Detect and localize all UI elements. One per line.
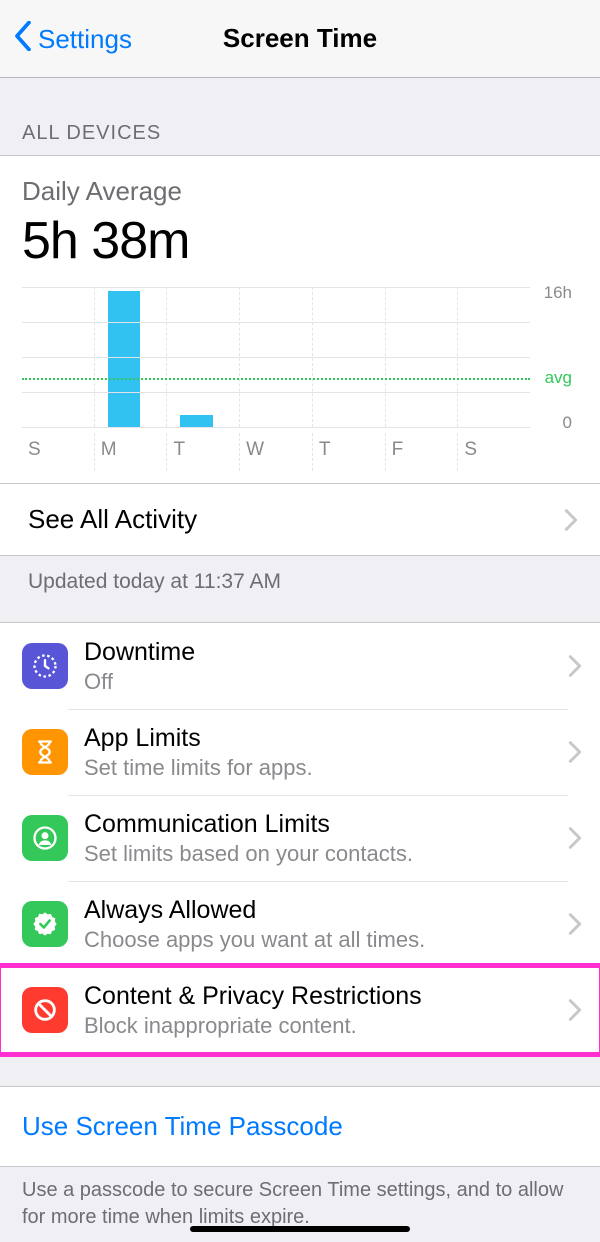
- chevron-right-icon: [568, 826, 582, 850]
- chevron-left-icon: [14, 21, 38, 58]
- row-downtime[interactable]: Downtime Off: [0, 623, 600, 709]
- row-title: App Limits: [84, 724, 568, 753]
- checkmark-seal-icon: [22, 901, 68, 947]
- x-tick: S: [22, 433, 94, 471]
- use-passcode-button[interactable]: Use Screen Time Passcode: [0, 1086, 600, 1167]
- row-communication-limits[interactable]: Communication Limits Set limits based on…: [0, 795, 600, 881]
- chevron-right-icon: [564, 508, 578, 532]
- page-title: Screen Time: [223, 23, 377, 54]
- no-sign-icon: [22, 987, 68, 1033]
- y-axis-avg-label: avg: [545, 368, 572, 388]
- settings-list: Downtime Off App Limits Set time limits …: [0, 623, 600, 1054]
- see-all-label: See All Activity: [28, 504, 197, 535]
- x-tick: W: [239, 433, 312, 471]
- row-content-privacy[interactable]: Content & Privacy Restrictions Block ina…: [0, 967, 600, 1053]
- row-title: Downtime: [84, 638, 568, 667]
- row-sub: Set limits based on your contacts.: [84, 841, 568, 867]
- back-label: Settings: [38, 24, 132, 55]
- hourglass-icon: [22, 729, 68, 775]
- chevron-right-icon: [568, 912, 582, 936]
- updated-timestamp: Updated today at 11:37 AM: [0, 555, 600, 623]
- y-axis-max: 16h: [544, 283, 572, 303]
- x-tick: M: [94, 433, 167, 471]
- usage-chart: 16h avg 0 SMTWTFS: [22, 287, 578, 471]
- back-button[interactable]: Settings: [14, 0, 132, 78]
- person-circle-icon: [22, 815, 68, 861]
- row-sub: Off: [84, 669, 568, 695]
- see-all-activity-button[interactable]: See All Activity: [0, 484, 600, 555]
- chevron-right-icon: [568, 998, 582, 1022]
- home-indicator[interactable]: [190, 1226, 410, 1232]
- downtime-icon: [22, 643, 68, 689]
- y-axis-zero: 0: [563, 413, 572, 433]
- row-title: Communication Limits: [84, 810, 568, 839]
- daily-average-label: Daily Average: [22, 176, 578, 207]
- navbar: Settings Screen Time: [0, 0, 600, 78]
- row-app-limits[interactable]: App Limits Set time limits for apps.: [0, 709, 600, 795]
- row-sub: Block inappropriate content.: [84, 1013, 568, 1039]
- x-tick: S: [457, 433, 530, 471]
- passcode-footnote: Use a passcode to secure Screen Time set…: [0, 1167, 600, 1231]
- row-sub: Choose apps you want at all times.: [84, 927, 568, 953]
- row-title: Content & Privacy Restrictions: [84, 982, 568, 1011]
- section-header-all-devices: ALL DEVICES: [0, 78, 600, 156]
- chart-bar: [108, 291, 140, 427]
- x-tick: F: [385, 433, 458, 471]
- passcode-label: Use Screen Time Passcode: [22, 1111, 343, 1141]
- x-tick: T: [166, 433, 239, 471]
- chart-bar: [180, 415, 212, 427]
- chevron-right-icon: [568, 654, 582, 678]
- x-tick: T: [312, 433, 385, 471]
- daily-average-card: Daily Average 5h 38m 16h avg 0 SMTWTFS S…: [0, 156, 600, 555]
- row-always-allowed[interactable]: Always Allowed Choose apps you want at a…: [0, 881, 600, 967]
- row-title: Always Allowed: [84, 896, 568, 925]
- row-sub: Set time limits for apps.: [84, 755, 568, 781]
- daily-average-value: 5h 38m: [22, 211, 578, 271]
- chevron-right-icon: [568, 740, 582, 764]
